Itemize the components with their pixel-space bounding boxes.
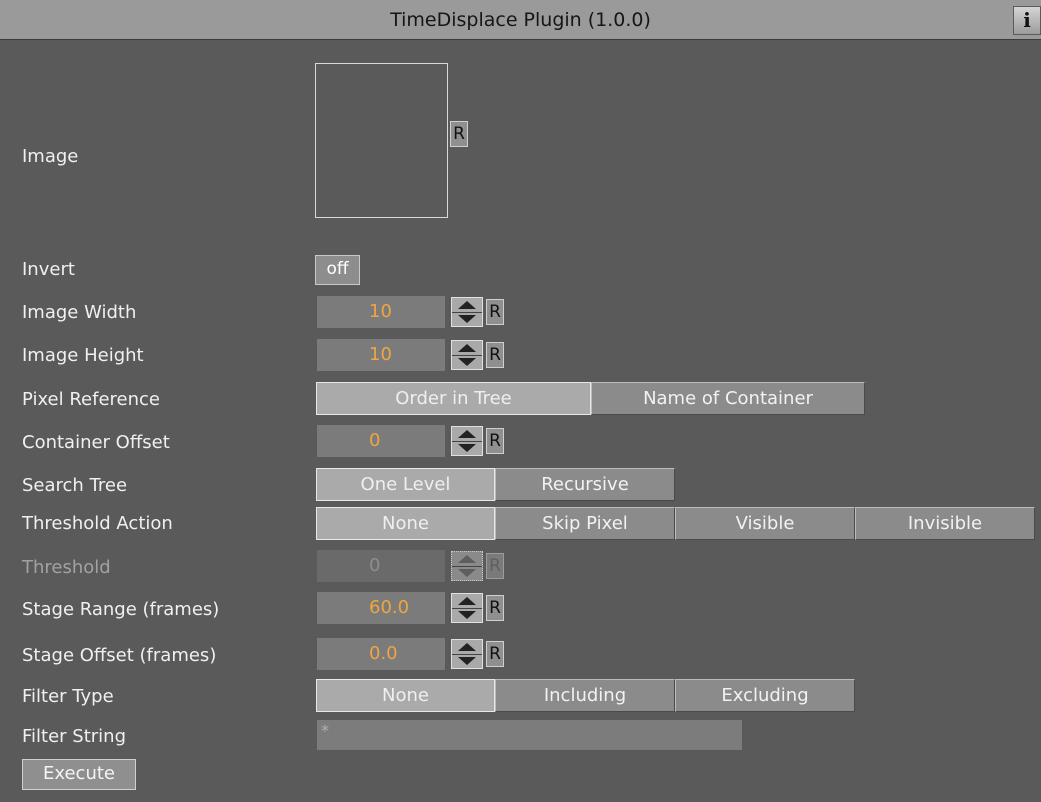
stepper-up-icon[interactable]: [452, 640, 482, 655]
threshold-stepper: [451, 551, 483, 581]
threshold-action-visible[interactable]: Visible: [675, 507, 855, 540]
filter-string-input[interactable]: *: [317, 720, 742, 750]
info-button[interactable]: i: [1013, 6, 1041, 35]
filter-type-label: Filter Type: [22, 686, 114, 707]
stepper-down-icon[interactable]: [452, 441, 482, 455]
stage-range-label: Stage Range (frames): [22, 599, 220, 620]
filter-type-including[interactable]: Including: [495, 679, 675, 712]
stepper-down-icon[interactable]: [452, 608, 482, 622]
title-bar: TimeDisplace Plugin (1.0.0) i: [0, 0, 1041, 40]
pixel-reference-order-in-tree[interactable]: Order in Tree: [316, 382, 591, 415]
stepper-up-icon[interactable]: [452, 427, 482, 442]
invert-label: Invert: [22, 259, 75, 280]
container-offset-reset-button[interactable]: R: [486, 428, 504, 454]
image-height-stepper[interactable]: [451, 340, 483, 370]
threshold-action-invisible[interactable]: Invisible: [855, 507, 1035, 540]
threshold-action-skip-pixel[interactable]: Skip Pixel: [495, 507, 675, 540]
stepper-up-icon: [452, 552, 482, 567]
stepper-down-icon[interactable]: [452, 654, 482, 668]
threshold-reset-button: R: [486, 553, 504, 579]
stepper-up-icon[interactable]: [452, 341, 482, 356]
invert-toggle[interactable]: off: [315, 255, 360, 285]
stage-range-input[interactable]: 60.0: [317, 592, 445, 624]
filter-type-none[interactable]: None: [316, 679, 495, 712]
stepper-up-icon[interactable]: [452, 594, 482, 609]
stage-offset-input[interactable]: 0.0: [317, 638, 445, 670]
stage-range-reset-button[interactable]: R: [486, 595, 504, 621]
pixel-reference-name-of-container[interactable]: Name of Container: [591, 382, 865, 415]
image-width-input[interactable]: 10: [317, 296, 445, 328]
filter-string-label: Filter String: [22, 726, 127, 747]
image-width-reset-button[interactable]: R: [486, 299, 504, 325]
stage-range-stepper[interactable]: [451, 593, 483, 623]
image-label: Image: [22, 146, 79, 167]
image-width-label: Image Width: [22, 302, 137, 323]
container-offset-label: Container Offset: [22, 432, 170, 453]
image-width-stepper[interactable]: [451, 297, 483, 327]
execute-button[interactable]: Execute: [22, 759, 136, 790]
threshold-input: 0: [317, 550, 445, 582]
threshold-label: Threshold: [22, 557, 111, 578]
stepper-down-icon: [452, 566, 482, 580]
stepper-down-icon[interactable]: [452, 312, 482, 326]
stage-offset-stepper[interactable]: [451, 639, 483, 669]
image-reset-button[interactable]: R: [450, 121, 468, 147]
stepper-up-icon[interactable]: [452, 298, 482, 313]
pixel-reference-label: Pixel Reference: [22, 389, 160, 410]
search-tree-one-level[interactable]: One Level: [316, 468, 495, 501]
threshold-action-none[interactable]: None: [316, 507, 495, 540]
plugin-title: TimeDisplace Plugin (1.0.0): [390, 9, 651, 31]
search-tree-recursive[interactable]: Recursive: [495, 468, 675, 501]
search-tree-label: Search Tree: [22, 475, 128, 496]
stage-offset-reset-button[interactable]: R: [486, 641, 504, 667]
stage-offset-label: Stage Offset (frames): [22, 645, 217, 666]
image-height-input[interactable]: 10: [317, 339, 445, 371]
container-offset-stepper[interactable]: [451, 426, 483, 456]
image-height-reset-button[interactable]: R: [486, 342, 504, 368]
image-height-label: Image Height: [22, 345, 144, 366]
filter-type-excluding[interactable]: Excluding: [675, 679, 855, 712]
stepper-down-icon[interactable]: [452, 355, 482, 369]
container-offset-input[interactable]: 0: [317, 425, 445, 457]
threshold-action-label: Threshold Action: [22, 513, 173, 534]
image-drop-well[interactable]: [315, 63, 448, 218]
